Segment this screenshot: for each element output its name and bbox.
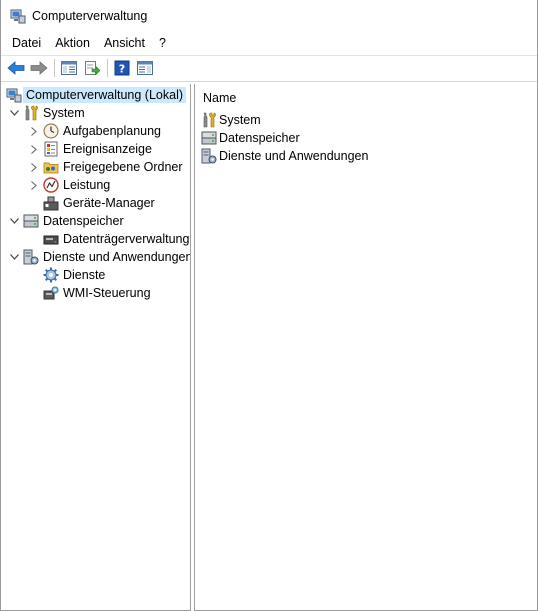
menu-help[interactable]: ? [152,33,173,53]
tree-item-datenspeicher[interactable]: Datenspeicher [8,212,124,230]
show-hide-tree-icon [61,61,77,75]
forward-icon [30,61,48,75]
tree-item-label: Freigegebene Ordner [63,160,183,174]
tree-item-freigegebene-ordner[interactable]: Freigegebene Ordner [28,158,183,176]
computer-management-window: Computerverwaltung Datei Aktion Ansicht … [0,0,538,611]
tree-item-label: Datenträgerverwaltung [63,232,190,246]
list-item-label: System [219,113,261,127]
tree-item-label: Ereignisanzeige [63,142,152,156]
chevron-right-icon[interactable] [28,140,40,158]
tree-item-label: Datenspeicher [43,214,124,228]
menu-ansicht[interactable]: Ansicht [97,33,152,53]
tree-item-wmi-steuerung[interactable]: WMI-Steuerung [43,284,151,302]
gear-icon [43,267,59,283]
show-hide-action-pane-button[interactable] [134,57,156,79]
list-item-system[interactable]: System [201,111,261,129]
disk-management-icon [43,231,59,247]
chevron-down-icon[interactable] [8,104,20,122]
tree-item-computer-management-local[interactable]: Computerverwaltung (Lokal) [6,86,187,104]
chevron-down-icon[interactable] [8,212,20,230]
tree-item-aufgabenplanung[interactable]: Aufgabenplanung [28,122,161,140]
device-manager-icon [43,195,59,211]
shared-folder-icon [43,159,59,175]
wmi-control-icon [43,285,59,301]
toolbar-separator [107,59,108,77]
clock-icon [43,123,59,139]
storage-icon [201,130,217,146]
chevron-right-icon[interactable] [28,158,40,176]
toolbar-separator [54,59,55,77]
menu-bar: Datei Aktion Ansicht ? [1,33,173,53]
forward-button[interactable] [28,57,50,79]
storage-icon [23,213,39,229]
services-applications-icon [23,249,39,265]
show-hide-action-pane-icon [137,61,153,75]
tree-item-leistung[interactable]: Leistung [28,176,110,194]
back-button[interactable] [5,57,27,79]
export-list-icon [85,61,100,76]
list-item-label: Datenspeicher [219,131,300,145]
tree-item-dienste[interactable]: Dienste [43,266,105,284]
performance-icon [43,177,59,193]
menu-aktion[interactable]: Aktion [48,33,97,53]
tree-item-label: Computerverwaltung (Lokal) [23,87,187,103]
tree-item-datentraegerverwaltung[interactable]: Datenträgerverwaltung [43,230,189,248]
help-icon: ? [114,60,130,76]
menu-datei[interactable]: Datei [5,33,48,53]
tree-item-dienste-und-anwendungen[interactable]: Dienste und Anwendungen [8,248,192,266]
tree-item-geraete-manager[interactable]: Geräte-Manager [43,194,155,212]
tree-item-label: Aufgabenplanung [63,124,162,138]
navigation-tree: Computerverwaltung (Lokal) System Aufgab… [1,84,192,611]
result-list: Name System Datenspeicher Dienste und An… [196,84,537,611]
tree-item-label: Geräte-Manager [63,196,155,210]
svg-text:?: ? [119,63,125,76]
back-icon [7,61,25,75]
tree-item-label: WMI-Steuerung [63,286,151,300]
services-applications-icon [201,148,217,164]
column-header-name[interactable]: Name [203,91,236,105]
tools-icon [23,105,39,121]
tools-icon [201,112,217,128]
list-item-datenspeicher[interactable]: Datenspeicher [201,129,300,147]
computer-management-icon [6,87,22,103]
tree-item-label: Leistung [63,178,111,192]
tree-item-label: System [43,106,85,120]
toolbar-divider [1,81,537,82]
tree-item-label: Dienste und Anwendungen [43,250,192,264]
chevron-right-icon[interactable] [28,122,40,140]
chevron-down-icon[interactable] [8,248,20,266]
event-viewer-icon [43,141,59,157]
computer-management-icon [10,8,26,24]
toolbar: ? [1,56,537,80]
pane-splitter[interactable] [190,84,195,611]
tree-item-ereignisanzeige[interactable]: Ereignisanzeige [28,140,152,158]
tree-item-label: Dienste [63,268,106,282]
title-bar: Computerverwaltung [1,0,537,31]
show-hide-tree-button[interactable] [58,57,80,79]
help-button[interactable]: ? [111,57,133,79]
export-list-button[interactable] [81,57,103,79]
list-item-dienste-und-anwendungen[interactable]: Dienste und Anwendungen [201,147,368,165]
chevron-right-icon[interactable] [28,176,40,194]
list-item-label: Dienste und Anwendungen [219,149,369,163]
window-title: Computerverwaltung [32,8,148,23]
tree-item-system[interactable]: System [8,104,85,122]
